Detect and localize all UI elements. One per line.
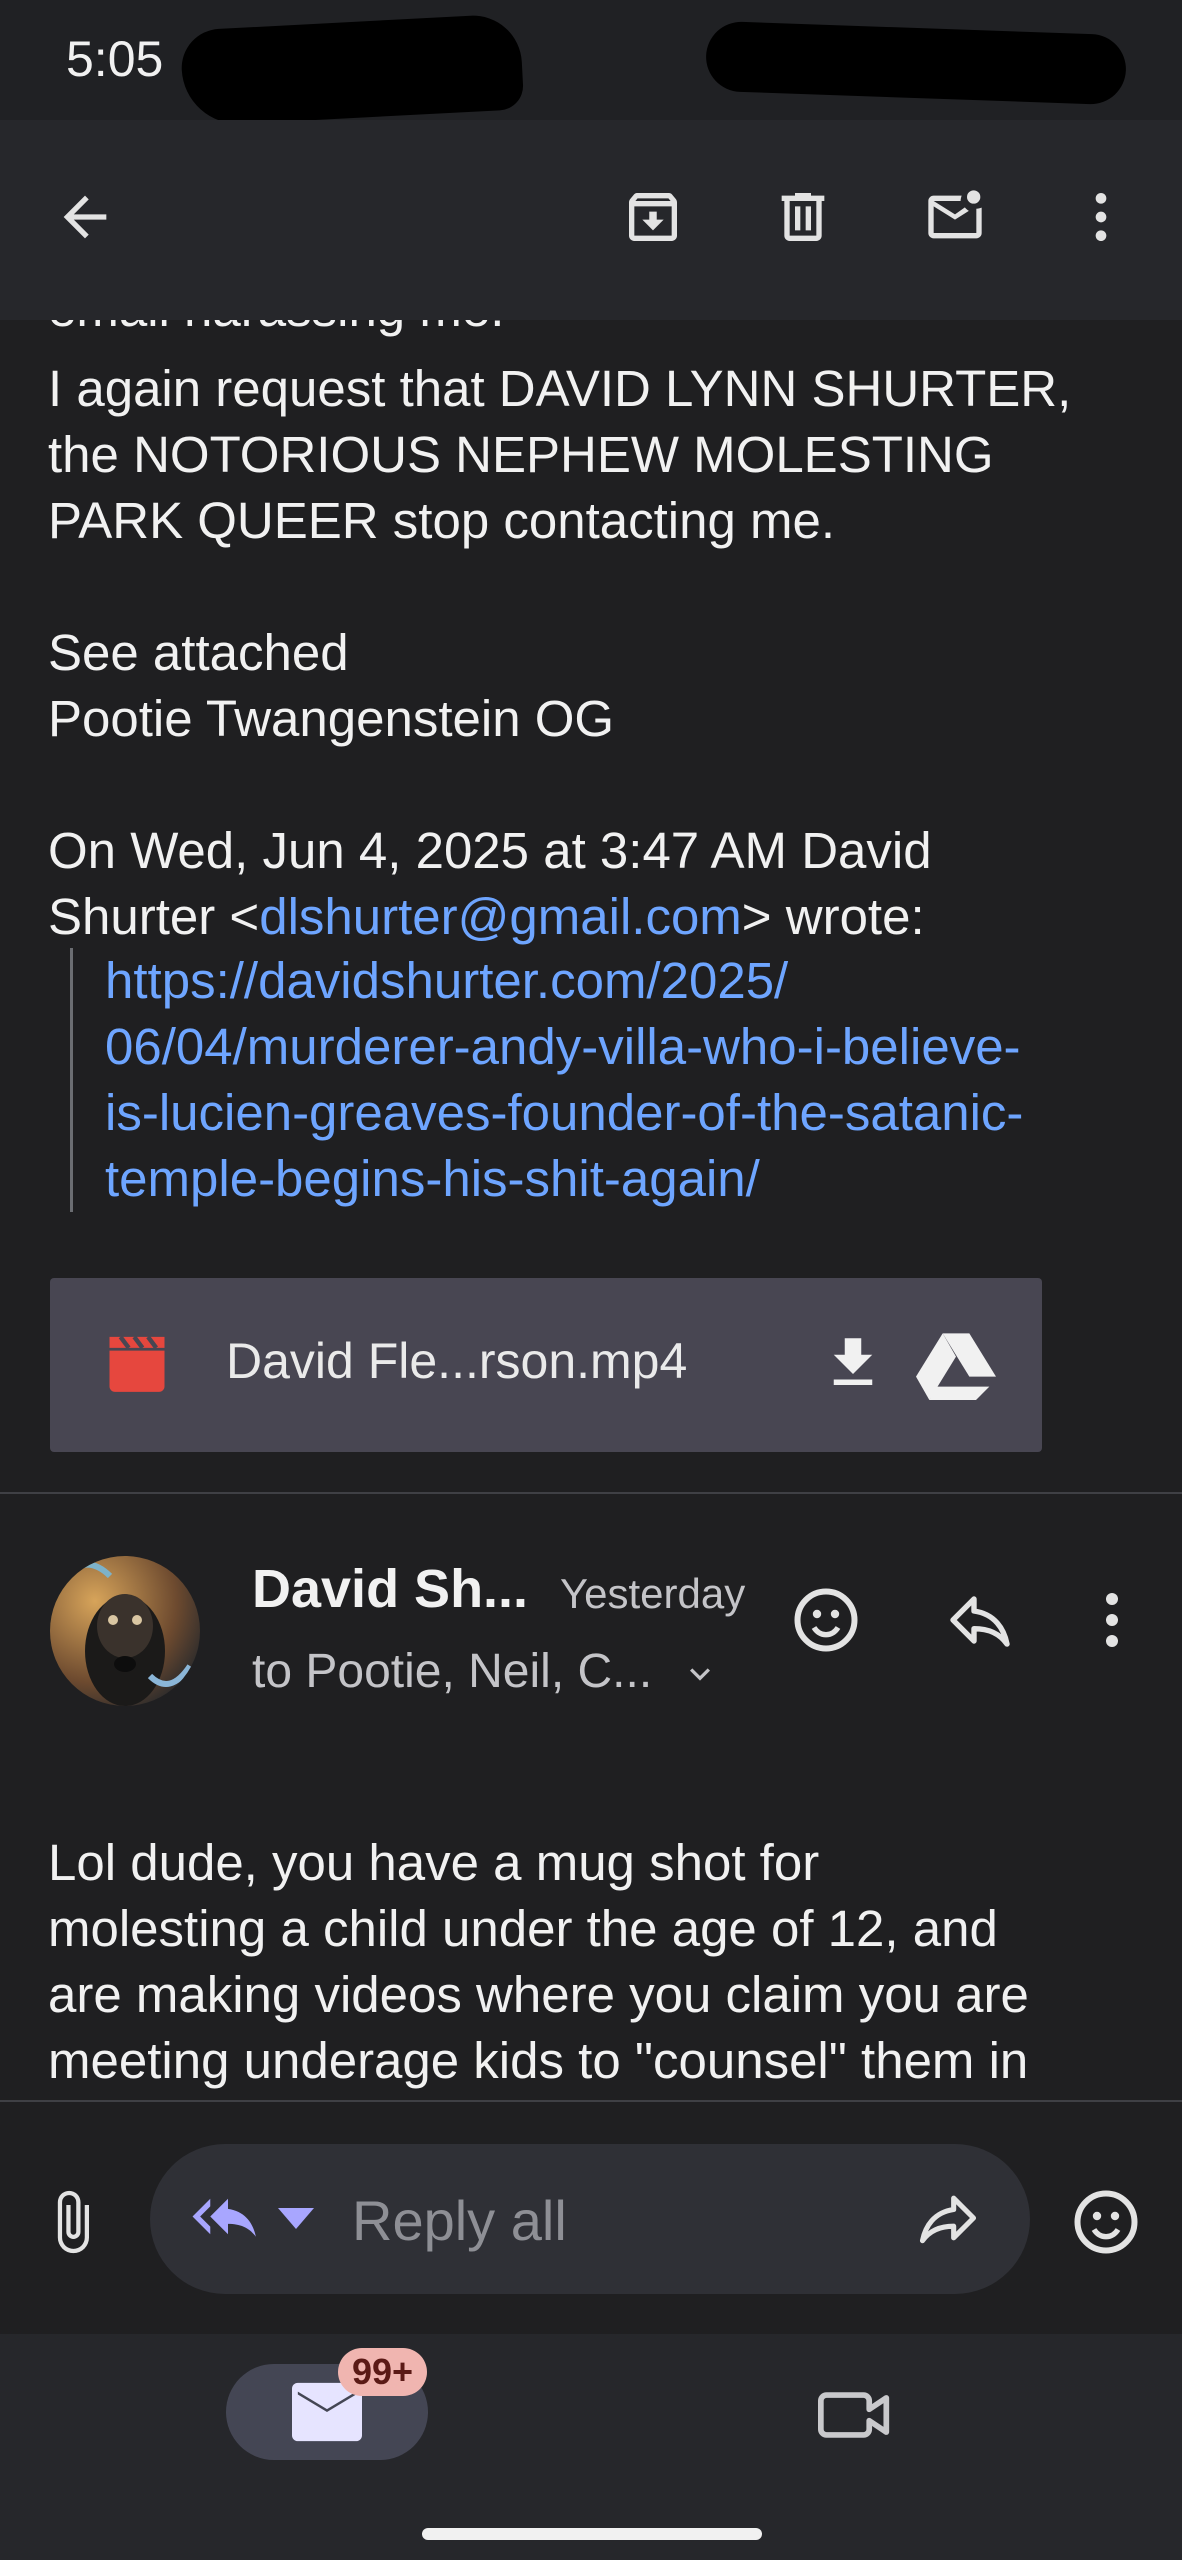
reply-icon[interactable]: [944, 1584, 1016, 1656]
message-see-attached: See attached: [48, 624, 349, 681]
back-button[interactable]: [40, 172, 130, 262]
avatar[interactable]: [50, 1556, 200, 1706]
bottom-navigation: 99+: [0, 2334, 1182, 2560]
reply-all-placeholder: Reply all: [352, 2189, 567, 2252]
meet-video-icon[interactable]: [818, 2384, 892, 2446]
status-time: 5:05: [66, 31, 164, 87]
status-bar: 5:05: [0, 0, 1182, 127]
recipients-label: to Pootie, Neil, C...: [252, 1645, 653, 1698]
recipients-toggle[interactable]: to Pootie, Neil, C...: [252, 1644, 720, 1699]
reply-all-field[interactable]: Reply all: [150, 2144, 1030, 2294]
sender-email-link[interactable]: dlshurter@gmail.com: [259, 888, 742, 945]
attachment-filename: David Fle...rson.mp4: [226, 1333, 688, 1389]
home-indicator[interactable]: [422, 2528, 762, 2540]
quote-header-suffix: > wrote:: [741, 888, 925, 945]
attachment-chip[interactable]: David Fle...rson.mp4: [50, 1278, 1042, 1452]
download-icon[interactable]: [820, 1330, 886, 1396]
mail-unread-icon: [928, 190, 982, 239]
quote-header: On Wed, Jun 4, 2025 at 3:47 AM David Shu…: [48, 818, 1148, 950]
message-thread[interactable]: email harassing me. I again request that…: [0, 320, 1182, 2100]
trash-icon: [781, 193, 825, 241]
archive-icon: [629, 193, 677, 241]
sender-name[interactable]: David Sh...: [252, 1558, 528, 1620]
archive-button[interactable]: [608, 172, 698, 262]
chevron-down-icon: [689, 1668, 710, 1681]
forward-icon[interactable]: [914, 2184, 982, 2252]
delete-button[interactable]: [758, 172, 848, 262]
message-divider: [0, 1492, 1182, 1494]
reply-all-icon: [192, 2198, 256, 2237]
quoted-link[interactable]: https://davidshurter.com/2025/ 06/04/mur…: [105, 952, 1023, 1207]
attach-icon[interactable]: [38, 2188, 106, 2256]
dog-photo: [68, 1561, 193, 1706]
message-timestamp: Yesterday: [560, 1570, 746, 1617]
reply-message-body: Lol dude, you have a mug shot for molest…: [48, 1834, 1029, 2089]
compose-bar: Reply all: [0, 2100, 1182, 2336]
mark-unread-button[interactable]: [910, 172, 1000, 262]
message-signature: Pootie Twangenstein OG: [48, 690, 615, 747]
redaction-mark: [179, 13, 525, 127]
emoji-icon[interactable]: [1070, 2186, 1142, 2258]
more-options-button[interactable]: [1056, 172, 1146, 262]
top-app-bar: [0, 120, 1182, 320]
message-paragraph: I again request that DAVID LYNN SHURTER,…: [48, 360, 1072, 549]
unread-badge: 99+: [338, 2348, 428, 2396]
emoji-react-icon[interactable]: [790, 1584, 862, 1656]
dropdown-caret-icon[interactable]: [278, 2206, 314, 2234]
message-text-cutoff: email harassing me.: [48, 320, 1148, 342]
redaction-mark: [704, 20, 1128, 106]
quoted-text: https://davidshurter.com/2025/ 06/04/mur…: [70, 948, 1165, 1212]
drive-icon[interactable]: [916, 1330, 996, 1400]
back-arrow-icon: [63, 195, 107, 239]
more-vert-icon: [1095, 193, 1107, 241]
video-clapper-icon: [109, 1335, 165, 1392]
message-more-icon[interactable]: [1076, 1584, 1148, 1656]
